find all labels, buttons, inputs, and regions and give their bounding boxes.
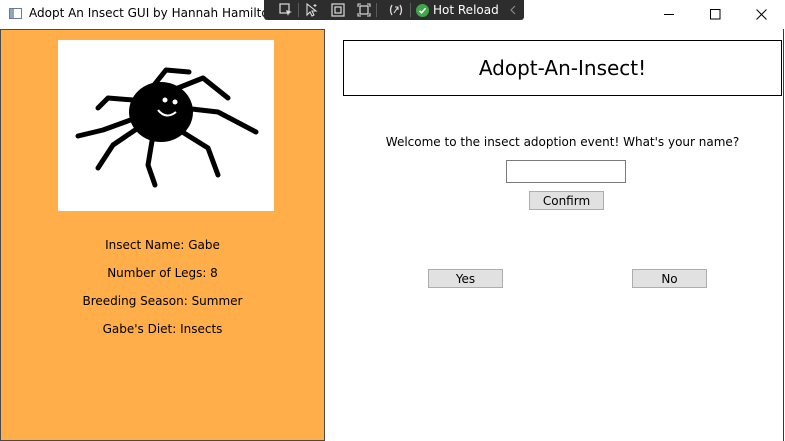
close-icon <box>755 9 767 20</box>
hot-reload-button[interactable]: Hot Reload <box>416 1 499 19</box>
collapse-toolbar-icon[interactable] <box>506 2 520 18</box>
display-layout-adorners-icon[interactable] <box>330 2 346 18</box>
app-window: Adopt An Insect GUI by Hannah Hamilton H… <box>0 0 785 441</box>
header-box: Adopt-An-Insect! <box>343 40 782 96</box>
hot-reload-label: Hot Reload <box>433 3 499 17</box>
page-title: Adopt-An-Insect! <box>478 56 647 80</box>
toolbar-separator <box>298 3 299 17</box>
window-title: Adopt An Insect GUI by Hannah Hamilton <box>29 6 277 20</box>
select-element-icon[interactable] <box>278 2 294 18</box>
confirm-button[interactable]: Confirm <box>529 191 604 210</box>
no-button[interactable]: No <box>632 269 707 288</box>
minimize-icon <box>663 14 674 15</box>
title-bar[interactable]: Adopt An Insect GUI by Hannah Hamilton H… <box>0 0 785 29</box>
confirm-button-label: Confirm <box>542 193 591 208</box>
minimize-button[interactable] <box>646 0 692 29</box>
welcome-prompt: Welcome to the insect adoption event! Wh… <box>385 135 740 149</box>
pointer-icon[interactable] <box>304 2 320 18</box>
binding-failures-icon[interactable] <box>388 2 404 18</box>
close-button[interactable] <box>738 0 784 29</box>
check-circle-icon <box>416 3 429 17</box>
yes-button[interactable]: Yes <box>428 269 503 288</box>
maximize-icon <box>709 9 720 20</box>
no-button-label: No <box>661 271 678 286</box>
spider-drawing <box>75 67 259 188</box>
insect-name-label: Insect Name: Gabe <box>105 238 220 252</box>
spider-image <box>58 40 274 211</box>
track-focus-icon[interactable] <box>356 2 372 18</box>
yes-button-label: Yes <box>455 271 476 286</box>
app-window-icon <box>9 8 22 19</box>
name-input[interactable] <box>506 160 626 183</box>
toolbar-separator <box>410 3 411 17</box>
window-right-border <box>783 29 784 441</box>
insect-info-panel: Insect Name: Gabe Number of Legs: 8 Bree… <box>0 29 325 441</box>
maximize-button[interactable] <box>692 0 738 29</box>
breeding-season-label: Breeding Season: Summer <box>82 294 243 308</box>
insect-legs-label: Number of Legs: 8 <box>107 266 218 280</box>
insect-diet-label: Gabe's Diet: Insects <box>102 322 223 336</box>
toolbar-separator <box>376 3 377 17</box>
